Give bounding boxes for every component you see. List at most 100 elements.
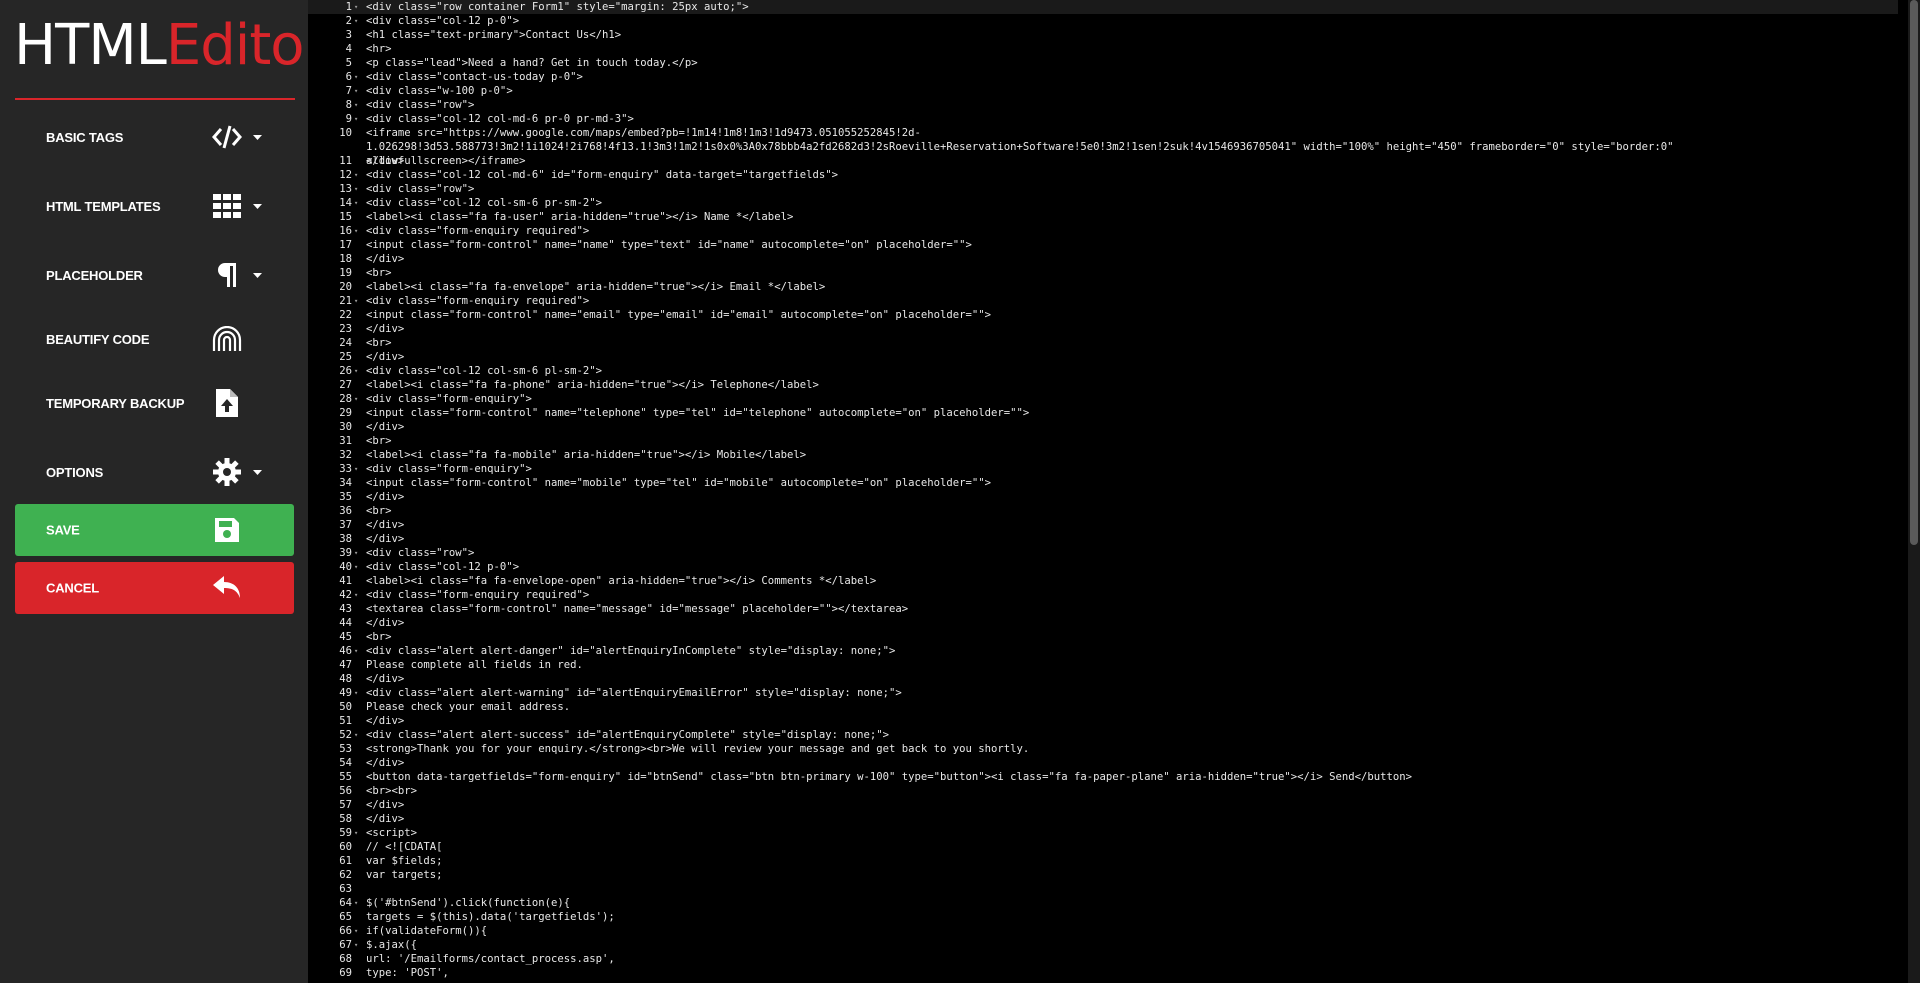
fold-toggle-icon[interactable]: ▾ [354, 70, 362, 84]
menu-beautify-code[interactable]: BEAUTIFY CODE [15, 313, 295, 365]
code-line[interactable]: 68 url: '/Emailforms/contact_process.asp'… [308, 952, 1898, 966]
code-line[interactable]: 56 <br><br> [308, 784, 1898, 798]
menu-options[interactable]: OPTIONS [15, 446, 295, 498]
code-line[interactable]: 19 <br> [308, 266, 1898, 280]
code-line[interactable]: 21 ▾ <div class="form-enquiry required"> [308, 294, 1898, 308]
fold-toggle-icon[interactable]: ▾ [354, 364, 362, 378]
code-line[interactable]: 16 ▾ <div class="form-enquiry required"> [308, 224, 1898, 238]
code-line[interactable]: 40 ▾ <div class="col-12 p-0"> [308, 560, 1898, 574]
menu-basic-tags[interactable]: BASIC TAGS [15, 111, 295, 163]
fold-toggle-icon[interactable]: ▾ [354, 728, 362, 742]
code-line[interactable]: 28 ▾ <div class="form-enquiry"> [308, 392, 1898, 406]
code-line[interactable]: 22 <input class="form-control" name="emai… [308, 308, 1898, 322]
code-line[interactable]: 67 ▾ $.ajax({ [308, 938, 1898, 952]
code-line[interactable]: 20 <label><i class="fa fa-envelope" aria-… [308, 280, 1898, 294]
menu-html-templates[interactable]: HTML TEMPLATES [15, 180, 295, 232]
code-line[interactable]: 42 ▾ <div class="form-enquiry required"> [308, 588, 1898, 602]
code-line[interactable]: 45 <br> [308, 630, 1898, 644]
code-line[interactable]: 57 </div> [308, 798, 1898, 812]
code-line[interactable]: 18 </div> [308, 252, 1898, 266]
fold-toggle-icon[interactable]: ▾ [354, 392, 362, 406]
code-line[interactable]: 62 var targets; [308, 868, 1898, 882]
code-line[interactable]: 5 <p class="lead">Need a hand? Get in tou… [308, 56, 1898, 70]
code-line[interactable]: 25 </div> [308, 350, 1898, 364]
code-line[interactable]: 35 </div> [308, 490, 1898, 504]
code-line[interactable]: 47 Please complete all fields in red. [308, 658, 1898, 672]
fold-toggle-icon[interactable]: ▾ [354, 560, 362, 574]
code-line[interactable]: 11 </div> [308, 154, 1898, 168]
code-line[interactable]: 34 <input class="form-control" name="mobi… [308, 476, 1898, 490]
cancel-button[interactable]: CANCEL [15, 562, 294, 614]
code-line[interactable]: 2 ▾ <div class="col-12 p-0"> [308, 14, 1898, 28]
code-line[interactable]: 49 ▾ <div class="alert alert-warning" id="… [308, 686, 1898, 700]
fold-toggle-icon[interactable]: ▾ [354, 686, 362, 700]
fold-toggle-icon[interactable]: ▾ [354, 924, 362, 938]
code-line[interactable]: 33 ▾ <div class="form-enquiry"> [308, 462, 1898, 476]
code-line[interactable]: 14 ▾ <div class="col-12 col-sm-6 pr-sm-2"> [308, 196, 1898, 210]
fold-toggle-icon[interactable]: ▾ [354, 294, 362, 308]
code-line[interactable]: 13 ▾ <div class="row"> [308, 182, 1898, 196]
code-line[interactable]: 66 ▾ if(validateForm()){ [308, 924, 1898, 938]
fold-toggle-icon[interactable]: ▾ [354, 84, 362, 98]
code-line[interactable]: 43 <textarea class="form-control" name="m… [308, 602, 1898, 616]
code-line[interactable]: 32 <label><i class="fa fa-mobile" aria-hi… [308, 448, 1898, 462]
code-line[interactable]: 51 </div> [308, 714, 1898, 728]
code-line[interactable]: 41 <label><i class="fa fa-envelope-open" … [308, 574, 1898, 588]
fold-toggle-icon[interactable]: ▾ [354, 896, 362, 910]
fold-toggle-icon[interactable]: ▾ [354, 826, 362, 840]
fold-toggle-icon[interactable]: ▾ [354, 462, 362, 476]
code-line[interactable]: 58 </div> [308, 812, 1898, 826]
fold-toggle-icon[interactable]: ▾ [354, 14, 362, 28]
code-line[interactable]: 3 <h1 class="text-primary">Contact Us</h1… [308, 28, 1898, 42]
fold-toggle-icon[interactable]: ▾ [354, 196, 362, 210]
fold-toggle-icon[interactable]: ▾ [354, 644, 362, 658]
code-editor[interactable]: i 1▾<div class="row container Form1" sty… [308, 0, 1898, 983]
code-line[interactable]: 48 </div> [308, 672, 1898, 686]
code-line[interactable]: 26 ▾ <div class="col-12 col-sm-6 pl-sm-2"> [308, 364, 1898, 378]
fold-toggle-icon[interactable]: ▾ [354, 168, 362, 182]
menu-placeholder[interactable]: PLACEHOLDER [15, 249, 295, 301]
code-line[interactable]: 17 <input class="form-control" name="name… [308, 238, 1898, 252]
code-line[interactable]: 64 ▾ $('#btnSend').click(function(e){ [308, 896, 1898, 910]
fold-toggle-icon[interactable]: ▾ [354, 224, 362, 238]
code-line[interactable]: 29 <input class="form-control" name="tele… [308, 406, 1898, 420]
code-line[interactable]: 60 // <![CDATA[ [308, 840, 1898, 854]
code-line[interactable]: 8 ▾ <div class="row"> [308, 98, 1898, 112]
code-line[interactable]: 44 </div> [308, 616, 1898, 630]
code-line[interactable]: 15 <label><i class="fa fa-user" aria-hidd… [308, 210, 1898, 224]
code-line[interactable]: 61 var $fields; [308, 854, 1898, 868]
code-line[interactable]: 50 Please check your email address. [308, 700, 1898, 714]
code-line[interactable]: 31 <br> [308, 434, 1898, 448]
fold-toggle-icon[interactable]: ▾ [354, 0, 362, 14]
code-line[interactable]: 30 </div> [308, 420, 1898, 434]
code-line[interactable]: 39 ▾ <div class="row"> [308, 546, 1898, 560]
scrollbar-thumb[interactable] [1910, 0, 1918, 545]
code-line[interactable]: 63 [308, 882, 1898, 896]
code-line[interactable]: 24 <br> [308, 336, 1898, 350]
editor-scrollbar[interactable] [1908, 0, 1920, 983]
code-line[interactable]: 6 ▾ <div class="contact-us-today p-0"> [308, 70, 1898, 84]
code-line[interactable]: 65 targets = $(this).data('targetfields')… [308, 910, 1898, 924]
fold-toggle-icon[interactable]: ▾ [354, 182, 362, 196]
code-line[interactable]: 46 ▾ <div class="alert alert-danger" id="a… [308, 644, 1898, 658]
code-line[interactable]: 36 <br> [308, 504, 1898, 518]
code-lines[interactable]: 1 ▾ <div class="row container Form1" style… [308, 0, 1898, 980]
code-line[interactable]: 52 ▾ <div class="alert alert-success" id="… [308, 728, 1898, 742]
code-line[interactable]: 53 <strong>Thank you for your enquiry.</s… [308, 742, 1898, 756]
code-line[interactable]: 4 <hr> [308, 42, 1898, 56]
code-line[interactable]: 55 <button data-targetfields="form-enquir… [308, 770, 1898, 784]
code-line[interactable]: 9 ▾ <div class="col-12 col-md-6 pr-0 pr-md… [308, 112, 1898, 126]
fold-toggle-icon[interactable]: ▾ [354, 588, 362, 602]
fold-toggle-icon[interactable]: ▾ [354, 98, 362, 112]
code-line[interactable]: 54 </div> [308, 756, 1898, 770]
fold-toggle-icon[interactable]: ▾ [354, 546, 362, 560]
code-line[interactable]: 69 type: 'POST', [308, 966, 1898, 980]
code-line[interactable]: 37 </div> [308, 518, 1898, 532]
fold-toggle-icon[interactable]: ▾ [354, 938, 362, 952]
code-line[interactable]: 59 ▾ <script> [308, 826, 1898, 840]
code-line[interactable]: 10 <iframe src="https://www.google.com/ma… [308, 126, 1898, 167]
code-line[interactable]: 23 </div> [308, 322, 1898, 336]
code-line[interactable]: 1 ▾ <div class="row container Form1" style… [308, 0, 1898, 14]
save-button[interactable]: SAVE [15, 504, 294, 556]
code-line[interactable]: 38 </div> [308, 532, 1898, 546]
